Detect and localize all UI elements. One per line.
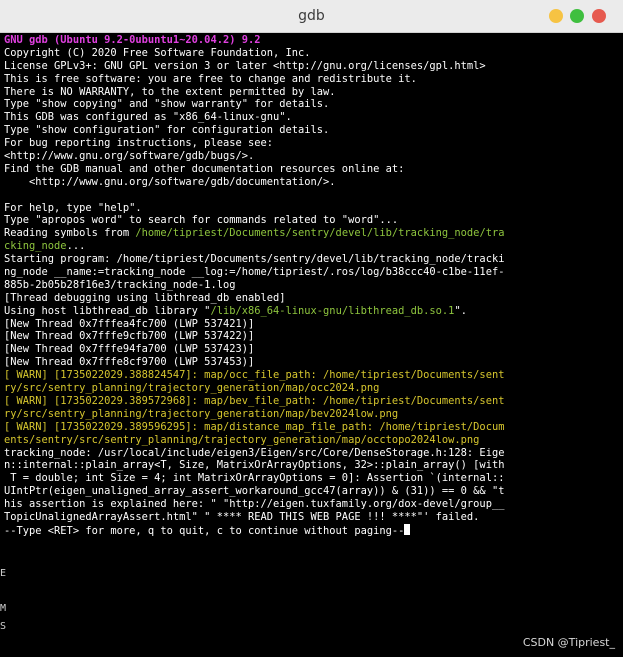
terminal-text: <http://www.gnu.org/software/gdb/documen…: [4, 175, 336, 188]
window-title: gdb: [298, 8, 325, 24]
terminal-text: ry/src/sentry_planning/trajectory_genera…: [4, 407, 399, 420]
terminal-line: This GDB was configured as "x86_64-linux…: [4, 111, 484, 124]
terminal-line: --Type <RET> for more, q to quit, c to c…: [4, 523, 484, 537]
terminal-text: [ WARN] [1735022029.389572968]: map/bev_…: [4, 394, 505, 407]
terminal-line: Type "show configuration" for configurat…: [4, 124, 484, 137]
terminal-text: <http://www.gnu.org/software/gdb/bugs/>.: [4, 150, 255, 163]
terminal-text: Find the GDB manual and other documentat…: [4, 162, 405, 175]
terminal-text: For bug reporting instructions, please s…: [4, 137, 273, 150]
terminal-text: [New Thread 0x7fffea4fc700 (LWP 537421)]: [4, 317, 255, 330]
terminal-text: [ WARN] [1735022029.388824547]: map/occ_…: [4, 369, 505, 382]
terminal-window: gdb GNU gdb (Ubuntu 9.2-0ubuntu1~20.04.2…: [0, 0, 623, 657]
terminal-cursor: [404, 523, 411, 535]
terminal-line: Starting program: /home/tipriest/Documen…: [4, 253, 504, 266]
terminal-line: [New Thread 0x7fffe8cf9700 (LWP 537453)]: [4, 356, 484, 369]
terminal-text: Reading symbols from: [4, 227, 136, 240]
terminal-text: UIntPtr(eigen_unaligned_array_assert_wor…: [4, 485, 505, 498]
terminal-text: tracking_node: /usr/local/include/eigen3…: [4, 446, 505, 459]
terminal-text: This GDB was configured as "x86_64-linux…: [4, 111, 292, 124]
terminal-line: [ WARN] [1735022029.389596295]: map/dist…: [4, 421, 504, 434]
terminal-text: Type "show copying" and "show warranty" …: [4, 98, 330, 111]
terminal-text: For help, type "help".: [4, 201, 142, 214]
terminal-line: [ WARN] [1735022029.389572968]: map/bev_…: [4, 395, 504, 408]
maximize-button[interactable]: [570, 9, 584, 23]
terminal-text: Using host libthread_db library ": [4, 304, 211, 317]
terminal-line: T = double; int Size = 4; int MatrixOrAr…: [4, 472, 504, 485]
terminal-line: For help, type "help".: [4, 202, 484, 215]
side-fragment: S: [0, 621, 7, 632]
side-fragment: E: [0, 568, 7, 579]
terminal-line: <http://www.gnu.org/software/gdb/bugs/>.: [4, 150, 484, 163]
terminal-text: Type "apropos word" to search for comman…: [4, 214, 399, 227]
terminal-text: ry/src/sentry_planning/trajectory_genera…: [4, 382, 380, 395]
watermark: CSDN @Tipriest_: [522, 636, 615, 649]
terminal-text: 885b-2b05b28f16e3/tracking_node-1.log: [4, 278, 236, 291]
terminal-text: --Type <RET> for more, q to quit, c to c…: [4, 524, 405, 537]
terminal-text: [New Thread 0x7fffe9cfb700 (LWP 537422)]: [4, 330, 255, 343]
terminal-line: his assertion is explained here: " "http…: [4, 498, 504, 511]
terminal-text: ...: [66, 240, 86, 253]
terminal-text: n::internal::plain_array<T, Size, Matrix…: [4, 459, 505, 472]
terminal-text: cking_node: [4, 240, 67, 253]
terminal-text: ng_node __name:=tracking_node __log:=/ho…: [4, 266, 505, 279]
terminal-line: [New Thread 0x7fffea4fc700 (LWP 537421)]: [4, 318, 484, 331]
minimize-button[interactable]: [549, 9, 563, 23]
terminal-text: T = double; int Size = 4; int MatrixOrAr…: [4, 472, 505, 485]
terminal-line: 885b-2b05b28f16e3/tracking_node-1.log: [4, 279, 484, 292]
terminal-line: ry/src/sentry_planning/trajectory_genera…: [4, 382, 484, 395]
terminal-line: Using host libthread_db library "/lib/x8…: [4, 305, 484, 318]
terminal-line: [New Thread 0x7fffe9cfb700 (LWP 537422)]: [4, 330, 484, 343]
terminal-line: ry/src/sentry_planning/trajectory_genera…: [4, 408, 484, 421]
terminal-text: Copyright (C) 2020 Free Software Foundat…: [4, 46, 311, 59]
terminal-line: ng_node __name:=tracking_node __log:=/ho…: [4, 266, 504, 279]
terminal-text: /home/tipriest/Documents/sentry/devel/li…: [135, 227, 505, 240]
terminal-line: tracking_node: /usr/local/include/eigen3…: [4, 447, 504, 460]
terminal-line: There is NO WARRANTY, to the extent perm…: [4, 86, 484, 99]
terminal-text: /lib/x86_64-linux-gnu/libthread_db.so.1: [210, 304, 455, 317]
terminal-line: TopicUnalignedArrayAssert.html" " **** R…: [4, 511, 484, 524]
terminal-line: [Thread debugging using libthread_db ena…: [4, 292, 484, 305]
terminal-line: ents/sentry/src/sentry_planning/trajecto…: [4, 434, 484, 447]
terminal-text: [ WARN] [1735022029.389596295]: map/dist…: [4, 420, 505, 433]
close-button[interactable]: [592, 9, 606, 23]
terminal-line: Type "show copying" and "show warranty" …: [4, 98, 484, 111]
terminal-text: License GPLv3+: GNU GPL version 3 or lat…: [4, 59, 486, 72]
terminal-text: ".: [454, 304, 467, 317]
terminal-line: This is free software: you are free to c…: [4, 73, 484, 86]
terminal-text: There is NO WARRANTY, to the extent perm…: [4, 85, 336, 98]
terminal-line: cking_node...: [4, 240, 484, 253]
terminal-text: This is free software: you are free to c…: [4, 72, 417, 85]
side-fragment: M: [0, 603, 7, 614]
terminal-text: TopicUnalignedArrayAssert.html" " **** R…: [4, 510, 480, 523]
terminal-line: Copyright (C) 2020 Free Software Foundat…: [4, 47, 484, 60]
terminal-line: Reading symbols from /home/tipriest/Docu…: [4, 227, 504, 240]
terminal-line: [New Thread 0x7fffe94fa700 (LWP 537423)]: [4, 343, 484, 356]
terminal-text: [Thread debugging using libthread_db ena…: [4, 291, 286, 304]
terminal-line: Find the GDB manual and other documentat…: [4, 163, 484, 176]
terminal-line: GNU gdb (Ubuntu 9.2-0ubuntu1~20.04.2) 9.…: [4, 34, 484, 47]
terminal-output[interactable]: GNU gdb (Ubuntu 9.2-0ubuntu1~20.04.2) 9.…: [4, 34, 504, 537]
terminal-text: [New Thread 0x7fffe8cf9700 (LWP 537453)]: [4, 356, 255, 369]
title-bar[interactable]: gdb: [0, 0, 623, 33]
terminal-line: n::internal::plain_array<T, Size, Matrix…: [4, 459, 504, 472]
terminal-text: GNU gdb (Ubuntu 9.2-0ubuntu1~20.04.2) 9.…: [4, 34, 261, 46]
terminal-text: his assertion is explained here: " "http…: [4, 498, 505, 511]
terminal-line: [ WARN] [1735022029.388824547]: map/occ_…: [4, 369, 504, 382]
terminal-line: UIntPtr(eigen_unaligned_array_assert_wor…: [4, 485, 504, 498]
terminal-line: <http://www.gnu.org/software/gdb/documen…: [4, 176, 484, 189]
terminal-line: License GPLv3+: GNU GPL version 3 or lat…: [4, 59, 486, 73]
terminal-line: Type "apropos word" to search for comman…: [4, 214, 484, 227]
terminal-text: Starting program: /home/tipriest/Documen…: [4, 253, 505, 266]
terminal-text: [New Thread 0x7fffe94fa700 (LWP 537423)]: [4, 343, 255, 356]
terminal-line: For bug reporting instructions, please s…: [4, 137, 484, 150]
terminal-text: Type "show configuration" for configurat…: [4, 124, 330, 137]
terminal-text: ents/sentry/src/sentry_planning/trajecto…: [4, 433, 480, 446]
